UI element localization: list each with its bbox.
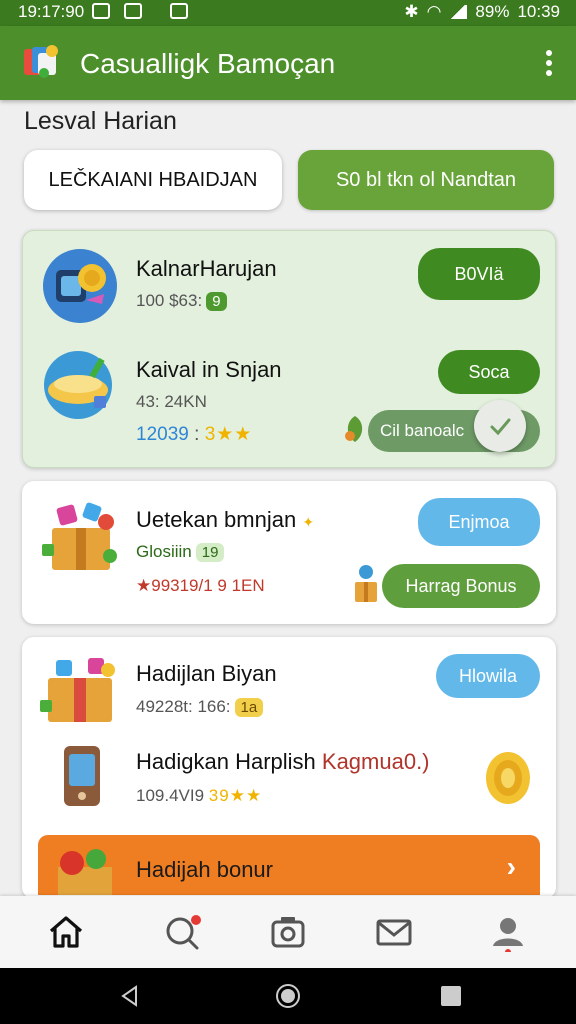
leaf-icon [345, 416, 363, 442]
star-rating: 3★★ [204, 424, 253, 445]
bowl-icon [44, 351, 112, 419]
recents-icon[interactable] [440, 985, 462, 1007]
reward-chip: 9 [206, 292, 227, 312]
profile-icon[interactable] [488, 912, 528, 952]
mission-action-button[interactable]: Soca [438, 350, 540, 394]
image-notification-icon [92, 3, 110, 19]
bonus-button[interactable]: Harrag Bonus [382, 564, 540, 608]
tab-daily-missions[interactable]: LEČKAIANI HBAIDJAN [24, 150, 282, 210]
back-icon[interactable] [118, 984, 142, 1008]
bluetooth-icon: ✱ [404, 2, 419, 21]
home-system-icon[interactable] [275, 983, 301, 1009]
score-value: 12039 [136, 424, 189, 445]
page-title: Lesval Harian [24, 107, 177, 135]
app-bar: Casualligk Bamoçan [0, 26, 576, 100]
chevron-right-icon: › [506, 851, 516, 882]
signal-icon [449, 5, 468, 19]
coin-icon [486, 752, 530, 804]
fruit-box-icon [58, 849, 112, 895]
mission-reward-text: 109.4VI9 [136, 786, 205, 805]
notification-icons [92, 3, 188, 19]
battery-percent: 89% [475, 2, 510, 21]
mission-reward: 49228t: 166: 1a [136, 697, 264, 718]
mission-title: Hadigkan Harplish Kagmua0.) [136, 749, 430, 775]
mission-title: Uetekan bmnjan ✦ [136, 507, 314, 533]
wifi-icon: ◠ [426, 2, 442, 21]
banner-label: Hadijah bonur [136, 857, 273, 882]
mission-title-accent: Kagmua0.) [321, 749, 430, 774]
toggle-knob[interactable] [474, 400, 526, 452]
gift-box-icon [40, 658, 115, 722]
mission-title: Hadijlan Biyan [136, 661, 277, 686]
mission-title: KalnarHarujan [136, 256, 277, 281]
mission-action-button[interactable]: B0VIä [418, 248, 540, 300]
mission-action-button[interactable]: Enjmoa [418, 498, 540, 546]
mission-reward-text: 49228t: 166: [136, 697, 231, 716]
sparkle-icon: ✦ [302, 514, 315, 530]
mission-reward-text: 100 $63: [136, 291, 203, 310]
mission-progress: ★99319/1 9 1EN [136, 576, 265, 595]
app-title: Casualligk Bamoçan [80, 48, 336, 79]
status-time-left: 19:17:90 [18, 2, 85, 21]
mission-title: Kaival in Snjan [136, 357, 282, 382]
app-notification-icon [124, 3, 142, 19]
overflow-menu-icon[interactable] [544, 50, 554, 76]
mission-reward: 109.4VI9 39★★ [136, 786, 262, 806]
phone-icon [64, 746, 100, 806]
mission-title-text: Hadigkan Harplish [136, 749, 316, 774]
small-gift-icon [355, 565, 377, 602]
status-bar: 19:17:90 ✱ ◠ 89% 10:39 [0, 0, 576, 26]
mission-progress: 43: 24KN [136, 392, 207, 411]
mission-reward: 100 $63: 9 [136, 291, 227, 312]
search-icon[interactable] [162, 912, 202, 952]
bottom-navigation [0, 896, 576, 968]
home-icon[interactable] [46, 912, 86, 952]
star-rating: 39★★ [208, 786, 263, 805]
mission-score: 12039 : 3★★ [136, 423, 252, 446]
mission-action-button[interactable]: Hlowila [436, 654, 540, 698]
mission-title-text: Uetekan bmnjan [136, 507, 297, 532]
reward-chip: 1a [234, 698, 264, 718]
game-console-icon [43, 249, 117, 323]
check-icon [490, 418, 511, 436]
camera-icon[interactable] [268, 912, 308, 952]
gift-box-icon [42, 502, 117, 570]
status-time-right: 10:39 [517, 2, 560, 21]
score-separator: : [194, 424, 200, 445]
app-logo-icon [24, 45, 58, 78]
mission-reward-text: Glosiiin [136, 542, 192, 561]
tab-bonus-missions[interactable]: S0 bl tkn ol Nandtan [298, 150, 554, 210]
reward-chip: 19 [195, 543, 225, 563]
game-notification-icon [170, 3, 188, 19]
system-navigation-bar [0, 968, 576, 1024]
bonus-banner[interactable]: Hadijah bonur › [38, 835, 540, 895]
mail-icon[interactable] [374, 912, 414, 952]
claim-toggle-label: Cil banoalc [380, 421, 465, 440]
mission-reward: Glosiiin 19 [136, 542, 225, 563]
